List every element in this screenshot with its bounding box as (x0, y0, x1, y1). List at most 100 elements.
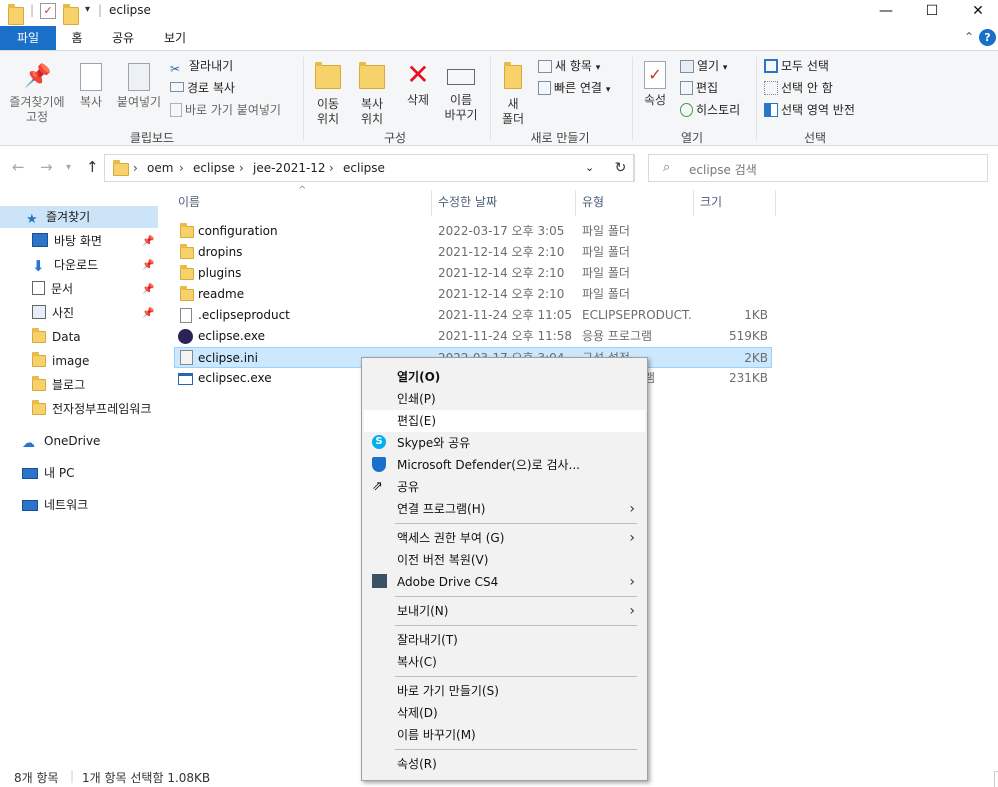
breadcrumb-eclipse[interactable]: eclipse (193, 161, 235, 175)
open-button[interactable]: 열기 ▾ (680, 57, 727, 77)
tab-share[interactable]: 공유 (104, 26, 142, 50)
menu-item-skype-share[interactable]: S Skype와 공유 (364, 432, 645, 454)
menu-item-edit[interactable]: 편집(E) (364, 410, 645, 432)
tab-home[interactable]: 홈 (62, 26, 92, 50)
pin-icon[interactable]: 📌 (142, 308, 154, 319)
search-input[interactable]: ⌕ eclipse 검색 (648, 154, 988, 182)
file-size: 519KB (728, 329, 768, 343)
breadcrumb-oem[interactable]: oem (147, 161, 173, 175)
file-row[interactable]: dropins 2021-12-14 오후 2:10 파일 폴더 (174, 242, 772, 263)
menu-item-send-to[interactable]: 보내기(N) › (364, 600, 645, 622)
navigation-pane: ★ 즐겨찾기 바탕 화면 📌 ⬇ 다운로드 📌 문서 📌 사진 📌 Data ima… (0, 190, 160, 750)
paste-shortcut-button[interactable]: 바로 가기 붙여넣기 (170, 101, 281, 121)
menu-item-open[interactable]: 열기(O) (364, 366, 645, 388)
menu-item-print[interactable]: 인쇄(P) (364, 388, 645, 410)
delete-button[interactable]: ✕ 삭제 (400, 61, 436, 108)
new-item-button[interactable]: 새 항목 ▾ (538, 57, 600, 77)
pin-icon[interactable]: 📌 (142, 260, 154, 271)
chevron-up-icon[interactable]: ⌃ (964, 30, 974, 44)
nav-data-label: Data (52, 330, 81, 344)
pin-icon[interactable]: 📌 (142, 236, 154, 247)
address-bar[interactable]: › oem › eclipse › jee-2021-12 › eclipse … (104, 154, 634, 182)
nav-image[interactable]: image (0, 350, 158, 372)
nav-egov-label: 전자정부프레임워크 (52, 402, 152, 416)
easy-access-button[interactable]: 빠른 연결 ▾ (538, 79, 610, 99)
customize-quick-access-icon[interactable]: ▾ (85, 4, 90, 22)
select-none-button[interactable]: 선택 안 함 (764, 79, 833, 99)
forward-arrow-icon[interactable]: → (40, 158, 53, 176)
new-folder-icon (504, 62, 522, 89)
tab-file[interactable]: 파일 (0, 26, 56, 50)
nav-quick-access[interactable]: ★ 즐겨찾기 (0, 206, 158, 228)
move-to-button[interactable]: 이동 위치 (308, 61, 348, 127)
picture-icon (32, 305, 46, 319)
menu-item-cut[interactable]: 잘라내기(T) (364, 629, 645, 651)
pin-quick-access-button[interactable]: 📌 즐겨찾기에 고정 (4, 63, 70, 125)
tab-view[interactable]: 보기 (156, 26, 194, 50)
file-row[interactable]: plugins 2021-12-14 오후 2:10 파일 폴더 (174, 263, 772, 284)
menu-item-restore-versions[interactable]: 이전 버전 복원(V) (364, 549, 645, 571)
menu-item-rename[interactable]: 이름 바꾸기(M) (364, 724, 645, 746)
menu-item-give-access[interactable]: 액세스 권한 부여 (G) › (364, 527, 645, 549)
properties-quick-icon[interactable]: ✓ (40, 3, 56, 19)
column-header-type[interactable]: 유형 (576, 190, 694, 216)
address-dropdown-chevron-icon[interactable]: ⌄ (585, 161, 594, 174)
column-header-size[interactable]: 크기 (694, 190, 776, 216)
navigation-row: ← → ▾ ↑ › oem › eclipse › jee-2021-12 › … (0, 150, 998, 186)
column-header-name[interactable]: 이름 (172, 190, 432, 216)
menu-item-copy[interactable]: 복사(C) (364, 651, 645, 673)
paste-button[interactable]: 붙여넣기 (112, 63, 166, 110)
new-folder-quick-icon[interactable] (63, 4, 79, 25)
menu-item-properties[interactable]: 속성(R) (364, 753, 645, 775)
copy-path-button[interactable]: 경로 복사 (170, 79, 235, 99)
menu-item-adobe-drive[interactable]: Adobe Drive CS4 › (364, 571, 645, 593)
recent-locations-chevron-icon[interactable]: ▾ (66, 162, 71, 173)
file-row[interactable]: eclipse.exe 2021-11-24 오후 11:58 응용 프로그램 … (174, 326, 772, 347)
nav-egov-framework[interactable]: 전자정부프레임워크 (0, 398, 158, 420)
new-item-icon (538, 60, 552, 73)
breadcrumb-eclipse-current[interactable]: eclipse (343, 161, 385, 175)
column-header-row: 이름 수정한 날짜 유형 크기 (172, 190, 778, 216)
nav-onedrive[interactable]: ☁ OneDrive (0, 430, 158, 452)
nav-network[interactable]: 네트워크 (0, 494, 158, 516)
file-row[interactable]: readme 2021-12-14 오후 2:10 파일 폴더 (174, 284, 772, 305)
breadcrumb-jee[interactable]: jee-2021-12 (253, 161, 326, 175)
pin-quick-access-label: 즐겨찾기에 고정 (9, 95, 65, 124)
new-folder-button[interactable]: 새 폴더 (496, 61, 530, 127)
large-icons-view-icon[interactable] (994, 771, 998, 787)
close-button[interactable]: ✕ (955, 0, 998, 24)
edit-button[interactable]: 편집 (680, 79, 718, 99)
rename-button[interactable]: 이름 바꾸기 (440, 61, 482, 123)
file-row[interactable]: configuration 2022-03-17 오후 3:05 파일 폴더 (174, 221, 772, 242)
menu-item-label: 삭제(D) (397, 706, 438, 720)
nav-pictures[interactable]: 사진 (0, 302, 158, 324)
nav-data[interactable]: Data (0, 326, 158, 348)
nav-blog[interactable]: 블로그 (0, 374, 158, 396)
properties-button[interactable]: ✓ 속성 (638, 61, 672, 108)
up-arrow-icon[interactable]: ↑ (86, 158, 99, 176)
cut-button[interactable]: ✂ 잘라내기 (170, 57, 233, 77)
back-arrow-icon[interactable]: ← (12, 158, 25, 176)
pin-icon[interactable]: 📌 (142, 284, 154, 295)
history-button[interactable]: 히스토리 (680, 101, 740, 121)
nav-this-pc[interactable]: 내 PC (0, 462, 158, 484)
invert-selection-button[interactable]: 선택 영역 반전 (764, 101, 855, 121)
menu-item-open-with[interactable]: 연결 프로그램(H) › (364, 498, 645, 520)
column-header-date[interactable]: 수정한 날짜 (432, 190, 576, 216)
nav-documents[interactable]: 문서 (0, 278, 158, 300)
minimize-button[interactable]: — (863, 0, 909, 24)
help-icon[interactable]: ? (979, 29, 996, 46)
menu-item-defender-scan[interactable]: Microsoft Defender(으)로 검사... (364, 454, 645, 476)
select-all-button[interactable]: 모두 선택 (764, 57, 829, 77)
copy-button[interactable]: 복사 (74, 63, 108, 110)
refresh-button[interactable]: ↻ (607, 154, 635, 182)
copy-to-button[interactable]: 복사 위치 (352, 61, 392, 127)
file-row[interactable]: .eclipseproduct 2021-11-24 오후 11:05 ECLI… (174, 305, 772, 326)
nav-desktop[interactable]: 바탕 화면 (0, 230, 158, 252)
file-type: ECLIPSEPRODUCT... (582, 308, 692, 322)
menu-item-share[interactable]: ⇗ 공유 (364, 476, 645, 498)
nav-downloads[interactable]: ⬇ 다운로드 (0, 254, 158, 276)
maximize-button[interactable]: ☐ (909, 0, 955, 24)
menu-item-delete[interactable]: 삭제(D) (364, 702, 645, 724)
menu-item-create-shortcut[interactable]: 바로 가기 만들기(S) (364, 680, 645, 702)
